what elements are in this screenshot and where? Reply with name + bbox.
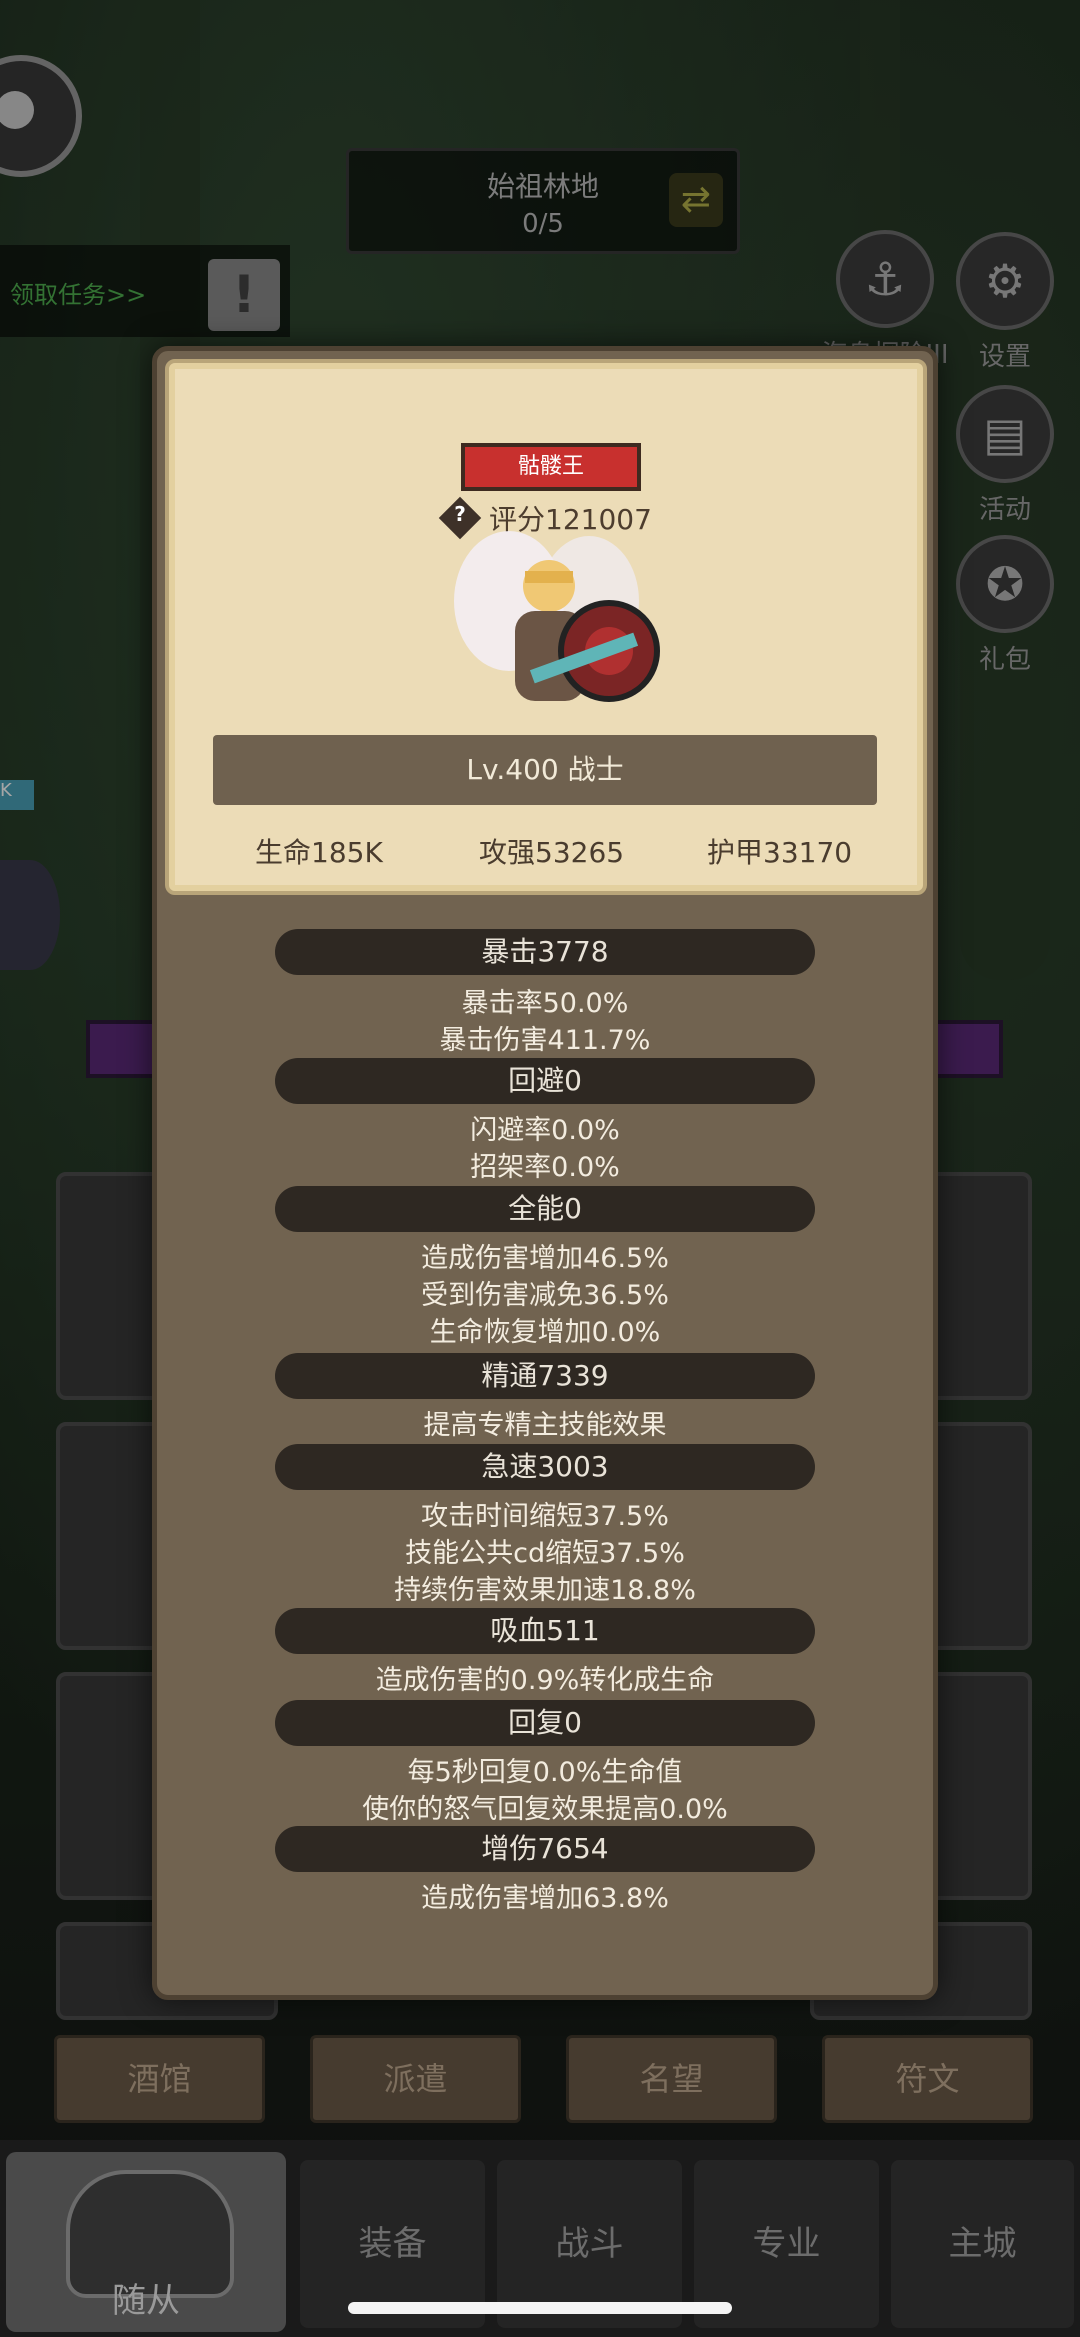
hp-stat: 生命185K <box>255 836 383 869</box>
stat-line: 暴击率50.0% <box>461 988 629 1019</box>
question-mark: ? <box>454 502 466 526</box>
dispatch-tab[interactable]: 派遣 <box>310 2035 521 2123</box>
stat-line: 受到伤害减免36.5% <box>421 1280 669 1311</box>
home-indicator[interactable] <box>348 2302 732 2314</box>
stat-header-versatility: 全能0 <box>275 1186 815 1232</box>
nav-label: 随从 <box>112 2281 180 2321</box>
tavern-tab[interactable]: 酒馆 <box>54 2035 265 2123</box>
stat-line: 造成伤害增加46.5% <box>421 1243 669 1274</box>
stat-line: 技能公共cd缩短37.5% <box>405 1538 685 1569</box>
stat-header-dodge: 回避0 <box>275 1058 815 1104</box>
stat-header-lifesteal: 吸血511 <box>275 1608 815 1654</box>
stat-line: 使你的怒气回复效果提高0.0% <box>362 1794 728 1825</box>
stat-header-crit: 暴击3778 <box>275 929 815 975</box>
stat-line: 造成伤害增加63.8% <box>421 1883 669 1914</box>
hero-title-badge: 骷髅王 <box>461 443 641 491</box>
reputation-tab[interactable]: 名望 <box>566 2035 777 2123</box>
stat-line: 造成伤害的0.9%转化成生命 <box>375 1665 715 1696</box>
nav-main-city[interactable]: 主城 <box>891 2160 1074 2328</box>
nav-followers[interactable]: 随从 <box>6 2152 286 2332</box>
hero-summary-card: 骷髅王 ? 评分121007 Lv.400 战士 生命185K 攻强53265 … <box>165 359 927 895</box>
hero-avatar <box>454 531 660 702</box>
level-class-banner: Lv.400 战士 <box>213 735 877 805</box>
stat-line: 闪避率0.0% <box>470 1115 620 1146</box>
stat-line: 提高专精主技能效果 <box>423 1410 667 1441</box>
stat-line: 生命恢复增加0.0% <box>429 1317 661 1348</box>
stat-header-damage-bonus: 增伤7654 <box>275 1826 815 1872</box>
attack-stat: 攻强53265 <box>479 836 625 869</box>
armor-stat: 护甲33170 <box>707 836 853 869</box>
stat-line: 招架率0.0% <box>470 1152 620 1183</box>
stat-header-haste: 急速3003 <box>275 1444 815 1490</box>
stat-header-regen: 回复0 <box>275 1700 815 1746</box>
stat-line: 攻击时间缩短37.5% <box>421 1501 669 1532</box>
stat-line: 持续伤害效果加速18.8% <box>394 1575 696 1606</box>
stat-line: 每5秒回复0.0%生命值 <box>407 1757 683 1788</box>
stat-header-mastery: 精通7339 <box>275 1353 815 1399</box>
hero-detail-modal: 骷髅王 ? 评分121007 Lv.400 战士 生命185K 攻强53265 … <box>152 346 938 2000</box>
rune-tab[interactable]: 符文 <box>822 2035 1033 2123</box>
stat-line: 暴击伤害411.7% <box>439 1025 651 1056</box>
